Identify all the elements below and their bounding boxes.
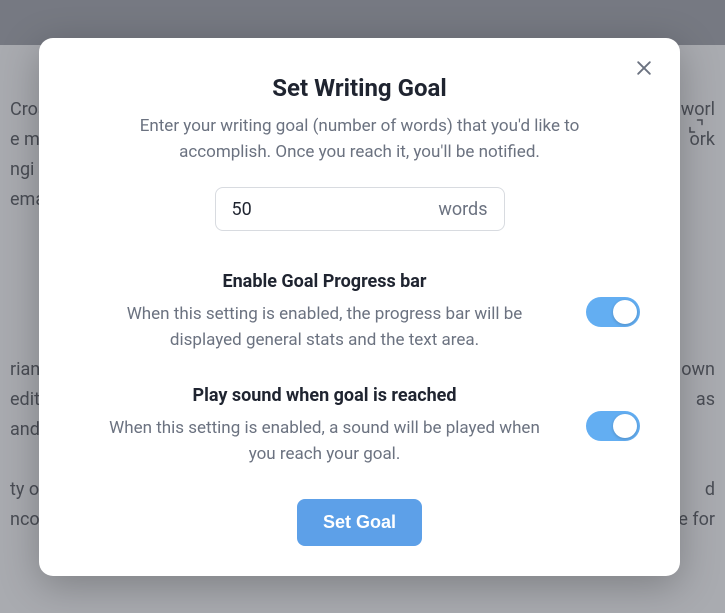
goal-input-wrapper: words (79, 187, 640, 231)
set-writing-goal-modal: Set Writing Goal Enter your writing goal… (39, 38, 680, 576)
modal-title: Set Writing Goal (79, 74, 640, 102)
modal-actions: Set Goal (79, 499, 640, 546)
goal-input-container[interactable]: words (215, 187, 505, 231)
close-button[interactable] (630, 56, 658, 84)
sound-toggle[interactable] (586, 411, 640, 441)
close-icon (634, 58, 654, 82)
progress-bar-toggle[interactable] (586, 297, 640, 327)
goal-words-input[interactable] (232, 199, 352, 220)
toggle-knob (613, 300, 637, 324)
progress-bar-title: Enable Goal Progress bar (89, 271, 560, 292)
progress-bar-description: When this setting is enabled, the progre… (89, 302, 560, 353)
set-goal-button[interactable]: Set Goal (297, 499, 422, 546)
sound-setting: Play sound when goal is reached When thi… (79, 385, 640, 467)
toggle-knob (613, 414, 637, 438)
modal-description: Enter your writing goal (number of words… (79, 114, 640, 165)
progress-bar-setting: Enable Goal Progress bar When this setti… (79, 271, 640, 353)
sound-title: Play sound when goal is reached (89, 385, 560, 406)
sound-description: When this setting is enabled, a sound wi… (89, 416, 560, 467)
goal-unit-label: words (438, 199, 487, 220)
